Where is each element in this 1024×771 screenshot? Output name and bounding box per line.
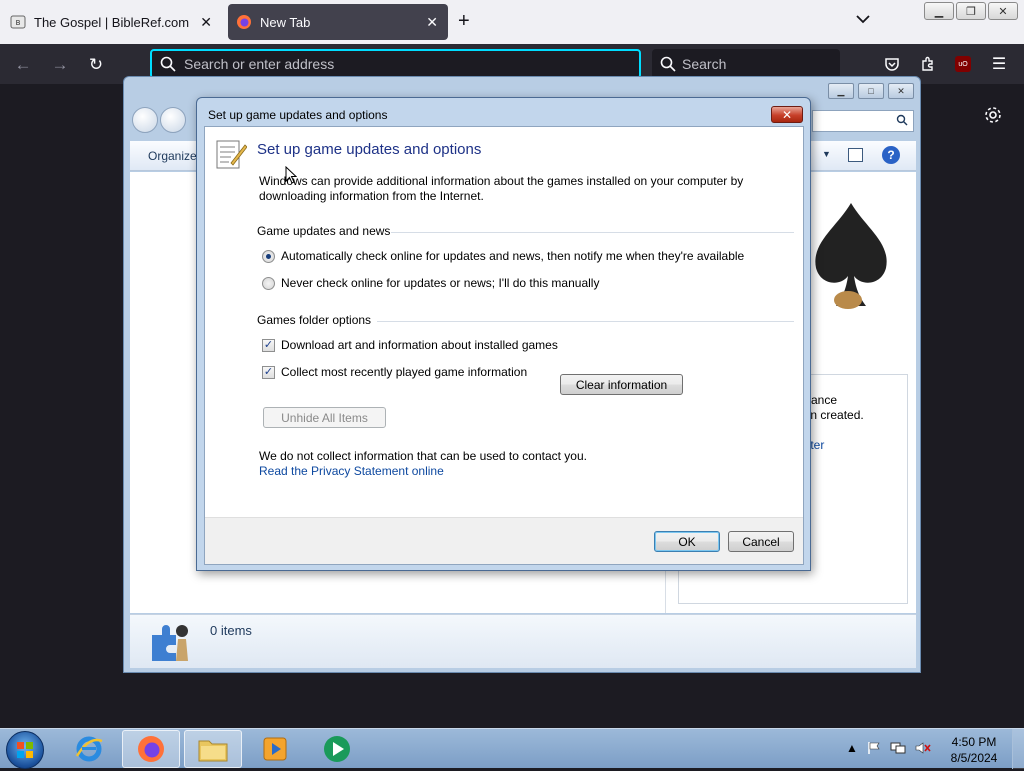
search-placeholder: Search [682,56,727,72]
start-button[interactable] [6,731,44,769]
radio-auto-label: Automatically check online for updates a… [281,249,745,263]
taskbar: ▲ 4:50 PM 8/5/2024 [0,728,1024,769]
privacy-note: We do not collect information that can b… [259,449,587,463]
maximize-icon[interactable]: □ [858,83,884,99]
taskbar-clock[interactable]: 4:50 PM 8/5/2024 [946,734,1002,766]
search-icon [660,56,676,72]
network-icon[interactable] [890,741,906,755]
privacy-statement-link[interactable]: Read the Privacy Statement online [259,464,587,479]
download-art-label: Download art and information about insta… [281,338,558,352]
radio-never-check[interactable]: Never check online for updates or news; … [262,276,599,290]
windows-logo-icon [17,742,33,758]
show-hidden-icons-icon[interactable]: ▲ [846,741,858,755]
dialog-body: Set up game updates and options Windows … [204,126,804,565]
internet-explorer-icon [75,736,103,762]
dialog-title: Set up game updates and options [208,108,388,122]
menu-icon[interactable]: ☰ [990,56,1008,74]
minimize-icon[interactable]: ▁ [828,83,854,99]
folder-icon [198,740,228,762]
radio-button[interactable] [262,276,275,290]
chevron-down-icon[interactable] [856,14,870,24]
search-icon [160,56,176,72]
cancel-button[interactable]: Cancel [728,531,794,552]
chevron-down-icon[interactable]: ▼ [822,149,831,159]
close-window-icon[interactable]: ✕ [988,2,1018,20]
search-bar[interactable]: Search [652,49,840,79]
media-center-button[interactable] [308,730,366,768]
address-bar[interactable]: Search or enter address [150,49,641,79]
minimize-icon[interactable]: ▁ [924,2,954,20]
close-tab-icon[interactable]: ✕ [426,14,438,30]
clear-information-button[interactable]: Clear information [560,374,683,395]
search-input[interactable] [812,110,914,132]
details-bar: 0 items [130,614,916,668]
window-controls: ▁ ❐ ✕ [924,2,1018,20]
new-tab-icon[interactable]: + [458,11,470,31]
group-divider [377,321,794,322]
clock-date: 8/5/2024 [950,751,998,765]
search-icon [896,114,908,129]
games-folder-icon [152,625,188,661]
help-icon[interactable]: ? [882,146,900,164]
radio-auto-check[interactable]: Automatically check online for updates a… [262,249,744,263]
firefox-taskbar-button[interactable] [122,730,180,768]
pocket-icon[interactable] [884,56,900,72]
dialog-footer: OK Cancel [205,517,803,564]
system-tray: ▲ [846,741,931,755]
internet-explorer-button[interactable] [60,730,118,768]
media-player-icon [263,737,287,761]
back-icon[interactable]: ← [14,56,32,74]
firefox-icon [138,736,164,762]
checkbox-collect-recent[interactable]: ✓ Collect most recently played game info… [262,365,527,379]
intro-text: Windows can provide additional informati… [259,174,744,203]
svg-text:B: B [16,19,21,27]
explorer-taskbar-button[interactable] [184,730,242,768]
bibleref-favicon-icon: B [10,15,26,29]
show-desktop-button[interactable] [1012,729,1024,769]
folder-group-title: Games folder options [257,313,372,327]
checkbox-download-art[interactable]: ✓ Download art and information about ins… [262,338,558,352]
back-button[interactable] [132,107,158,133]
spade-icon [815,203,887,309]
ok-button[interactable]: OK [654,531,720,552]
tab-title: The Gospel | BibleRef.com [34,14,190,30]
ublock-icon[interactable]: uO [955,56,971,72]
firefox-icon [237,15,251,29]
clock-time: 4:50 PM [951,735,997,749]
dialog-heading: Set up game updates and options [257,141,482,158]
extensions-icon[interactable] [920,56,936,72]
media-player-button[interactable] [246,730,304,768]
close-tab-icon[interactable]: ✕ [200,14,212,30]
mouse-cursor-icon [285,166,297,184]
options-document-icon [216,140,247,169]
group-divider [391,232,794,233]
collect-recent-label: Collect most recently played game inform… [281,365,528,379]
tab-bibleref[interactable]: B The Gospel | BibleRef.com ✕ [4,4,222,40]
browser-tab-strip: B The Gospel | BibleRef.com ✕ New Tab ✕ … [0,0,1024,44]
gear-icon[interactable] [984,106,1002,124]
media-center-icon [324,736,350,762]
close-dialog-button[interactable]: ✕ [771,106,803,123]
tab-new-tab[interactable]: New Tab ✕ [228,4,448,40]
checkbox[interactable]: ✓ [262,338,275,352]
address-placeholder: Search or enter address [184,56,335,72]
unhide-all-items-button[interactable]: Unhide All Items [263,407,386,428]
radio-button[interactable] [262,249,275,263]
action-center-flag-icon[interactable] [867,741,881,755]
organize-menu[interactable]: Organize [148,149,197,163]
radio-never-label: Never check online for updates or news; … [281,276,600,290]
reload-icon[interactable]: ↻ [87,56,105,74]
preview-pane-icon[interactable] [848,148,863,162]
tab-title: New Tab [260,14,311,30]
restore-icon[interactable]: ❐ [956,2,986,20]
privacy-section: We do not collect information that can b… [259,449,587,479]
forward-icon[interactable]: → [51,56,69,74]
checkbox[interactable]: ✓ [262,365,275,379]
item-count: 0 items [210,623,252,638]
forward-button[interactable] [160,107,186,133]
volume-muted-icon[interactable] [915,741,931,755]
close-window-icon[interactable]: ✕ [888,83,914,99]
updates-group-title: Game updates and news [257,224,391,238]
